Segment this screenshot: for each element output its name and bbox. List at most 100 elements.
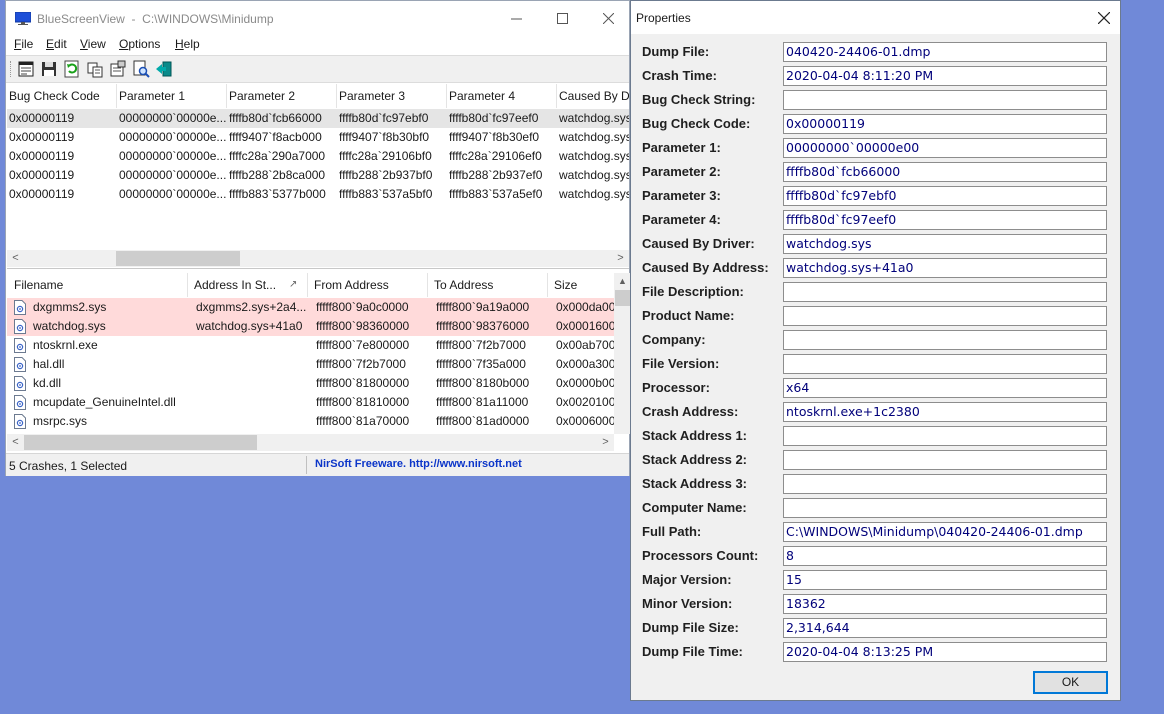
- crash-row[interactable]: 0x00000119 00000000`00000e... ffffc28a`290…: [7, 147, 629, 166]
- field-file-description[interactable]: [783, 282, 1107, 302]
- column-header-bug-check-code[interactable]: Bug Check Code: [7, 84, 117, 108]
- scroll-right-icon[interactable]: >: [612, 250, 629, 267]
- module-row[interactable]: msrpc.sys fffff800`81a70000 fffff800`81ad0…: [7, 412, 614, 431]
- module-cell: fffff800`98360000: [316, 319, 410, 333]
- field-stack-address-1[interactable]: [783, 426, 1107, 446]
- nirsoft-link[interactable]: NirSoft Freeware. http://www.nirsoft.net: [315, 458, 522, 470]
- menu-edit[interactable]: Edit: [46, 37, 67, 51]
- properties-title-bar[interactable]: Properties: [631, 1, 1120, 34]
- field-parameter-4[interactable]: ffffb80d`fc97eef0: [783, 210, 1107, 230]
- module-cell: fffff800`9a19a000: [436, 300, 530, 314]
- column-header-parameter-4[interactable]: Parameter 4: [447, 84, 557, 108]
- column-header-caused-by-driver[interactable]: Caused By Driver: [557, 84, 629, 108]
- module-cell: fffff800`7f35a000: [436, 357, 526, 371]
- close-button[interactable]: [585, 1, 631, 35]
- field-full-path[interactable]: C:\WINDOWS\Minidump\040420-24406-01.dmp: [783, 522, 1107, 542]
- title-bar[interactable]: BlueScreenView - C:\WINDOWS\Minidump: [6, 1, 629, 35]
- field-caused-by-address[interactable]: watchdog.sys+41a0: [783, 258, 1107, 278]
- menu-options[interactable]: Options: [119, 37, 160, 51]
- scroll-right-icon[interactable]: >: [597, 434, 614, 451]
- field-stack-address-2[interactable]: [783, 450, 1107, 470]
- exit-button[interactable]: [155, 60, 173, 78]
- module-row[interactable]: hal.dll fffff800`7f2b7000 fffff800`7f35a00…: [7, 355, 614, 374]
- crash-row[interactable]: 0x00000119 00000000`00000e... ffffb80d`fcb…: [7, 109, 629, 128]
- copy-button[interactable]: [86, 60, 104, 78]
- menu-help[interactable]: Help: [175, 37, 200, 51]
- label-crash-time: Crash Time:: [642, 68, 717, 83]
- scroll-up-icon[interactable]: ▲: [614, 273, 631, 290]
- field-processor[interactable]: x64: [783, 378, 1107, 398]
- scroll-thumb[interactable]: [116, 251, 240, 266]
- field-dump-file-size[interactable]: 2,314,644: [783, 618, 1107, 638]
- exit-icon: [156, 61, 172, 77]
- properties-close-button[interactable]: [1088, 1, 1120, 34]
- column-header-size[interactable]: Size: [548, 273, 614, 297]
- module-list[interactable]: Filename Address In St... ↗ From Address…: [7, 273, 614, 434]
- field-bug-check-code[interactable]: 0x00000119: [783, 114, 1107, 134]
- properties-button[interactable]: [109, 60, 127, 78]
- menu-file[interactable]: File: [14, 37, 33, 51]
- save-button[interactable]: [40, 60, 58, 78]
- field-crash-time[interactable]: 2020-04-04 8:11:20 PM: [783, 66, 1107, 86]
- scroll-left-icon[interactable]: <: [7, 250, 24, 267]
- field-dump-file-time[interactable]: 2020-04-04 8:13:25 PM: [783, 642, 1107, 662]
- scroll-thumb[interactable]: [615, 290, 630, 306]
- field-parameter-3[interactable]: ffffb80d`fc97ebf0: [783, 186, 1107, 206]
- field-major-version[interactable]: 15: [783, 570, 1107, 590]
- crash-cell: 0x00000119: [9, 111, 75, 125]
- crash-row[interactable]: 0x00000119 00000000`00000e... ffffb288`2b8…: [7, 166, 629, 185]
- ok-button[interactable]: OK: [1033, 671, 1108, 694]
- field-processors-count[interactable]: 8: [783, 546, 1107, 566]
- refresh-button[interactable]: [63, 60, 81, 78]
- column-header-filename[interactable]: Filename: [7, 273, 188, 297]
- module-row[interactable]: dxgmms2.sys dxgmms2.sys+2a4... fffff800`9a…: [7, 298, 614, 317]
- module-row[interactable]: ntoskrnl.exe fffff800`7e800000 fffff800`7f…: [7, 336, 614, 355]
- find-button[interactable]: [132, 60, 150, 78]
- scroll-thumb[interactable]: [24, 435, 257, 450]
- file-icon: [14, 319, 26, 334]
- module-cell: dxgmms2.sys: [33, 300, 107, 314]
- label-parameter-3: Parameter 3:: [642, 188, 721, 203]
- field-parameter-2[interactable]: ffffb80d`fcb66000: [783, 162, 1107, 182]
- find-icon: [133, 60, 150, 78]
- column-header-to-address[interactable]: To Address: [428, 273, 548, 297]
- column-header-from-address[interactable]: From Address: [308, 273, 428, 297]
- pane-splitter[interactable]: [7, 268, 629, 272]
- field-caused-by-driver[interactable]: watchdog.sys: [783, 234, 1107, 254]
- minimize-button[interactable]: [493, 1, 539, 35]
- crash-cell: watchdog.sys: [559, 111, 629, 125]
- module-cell: 0x00ab7000: [556, 338, 614, 352]
- field-dump-file[interactable]: 040420-24406-01.dmp: [783, 42, 1107, 62]
- field-computer-name[interactable]: [783, 498, 1107, 518]
- field-company[interactable]: [783, 330, 1107, 350]
- html-report-button[interactable]: [17, 60, 35, 78]
- crash-row[interactable]: 0x00000119 00000000`00000e... ffff9407`f8a…: [7, 128, 629, 147]
- field-minor-version[interactable]: 18362: [783, 594, 1107, 614]
- field-bug-check-string[interactable]: [783, 90, 1107, 110]
- column-header-address-in-stack[interactable]: Address In St... ↗: [188, 273, 308, 297]
- column-header-parameter-2[interactable]: Parameter 2: [227, 84, 337, 108]
- file-icon: [14, 395, 26, 410]
- module-cell: 0x00060000: [556, 414, 614, 428]
- column-header-parameter-3[interactable]: Parameter 3: [337, 84, 447, 108]
- field-crash-address[interactable]: ntoskrnl.exe+1c2380: [783, 402, 1107, 422]
- field-product-name[interactable]: [783, 306, 1107, 326]
- field-stack-address-3[interactable]: [783, 474, 1107, 494]
- module-row[interactable]: mcupdate_GenuineIntel.dll fffff800`818100…: [7, 393, 614, 412]
- module-cell: [194, 393, 308, 412]
- scroll-left-icon[interactable]: <: [7, 434, 24, 451]
- label-caused-by-driver: Caused By Driver:: [642, 236, 755, 251]
- field-file-version[interactable]: [783, 354, 1107, 374]
- module-row[interactable]: kd.dll fffff800`81800000 fffff800`8180b000…: [7, 374, 614, 393]
- crash-row[interactable]: 0x00000119 00000000`00000e... ffffb883`537…: [7, 185, 629, 204]
- crash-list[interactable]: Bug Check Code Parameter 1 Parameter 2 P…: [7, 84, 629, 250]
- field-parameter-1[interactable]: 00000000`00000e00: [783, 138, 1107, 158]
- crash-list-hscrollbar[interactable]: < >: [7, 250, 629, 267]
- maximize-button[interactable]: [539, 1, 585, 35]
- module-list-vscrollbar[interactable]: ▲: [614, 273, 631, 434]
- module-list-hscrollbar[interactable]: < >: [7, 434, 614, 451]
- column-header-parameter-1[interactable]: Parameter 1: [117, 84, 227, 108]
- menu-view[interactable]: View: [80, 37, 106, 51]
- module-cell: fffff800`81800000: [316, 376, 410, 390]
- module-row[interactable]: watchdog.sys watchdog.sys+41a0 fffff800`98…: [7, 317, 614, 336]
